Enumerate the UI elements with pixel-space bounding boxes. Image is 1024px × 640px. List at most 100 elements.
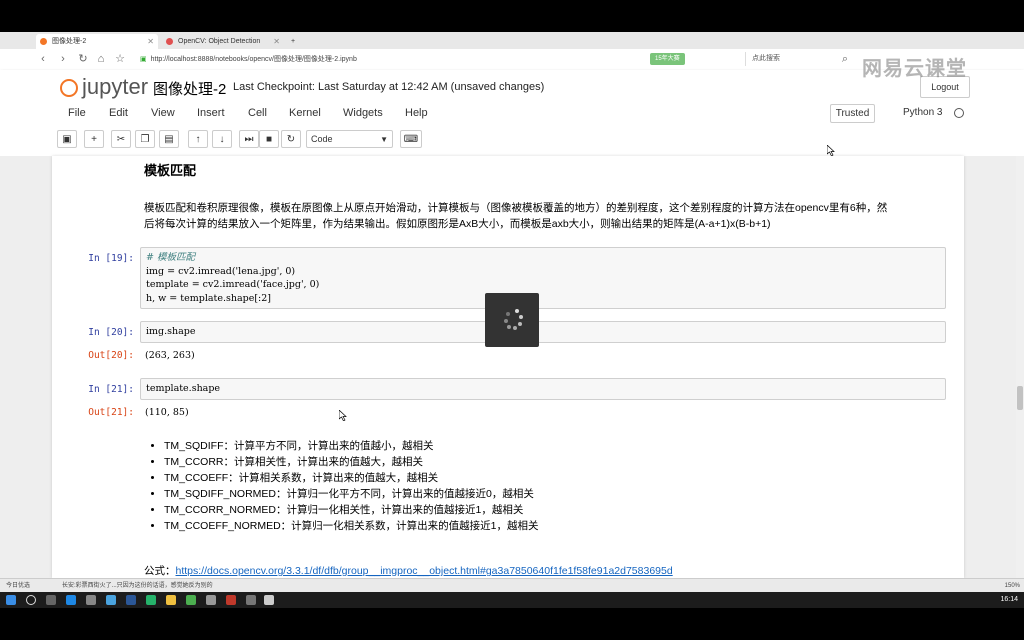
code-line: h, w = template.shape[:2] (146, 292, 271, 304)
menu-file[interactable]: File (68, 102, 86, 124)
list-item: TM_CCORR：计算相关性，计算出来的值越大，越相关 (164, 454, 539, 470)
mouse-cursor-icon (827, 145, 835, 156)
reload-icon[interactable]: ↻ (76, 52, 90, 66)
spinner-dot (506, 312, 510, 316)
zoom-level[interactable]: 150% (1005, 579, 1020, 593)
code-cell[interactable]: # 模板匹配 img = cv2.imread('lena.jpg', 0) t… (140, 247, 946, 309)
app-icon[interactable] (106, 595, 116, 605)
browser-taskbar-icon[interactable] (146, 595, 156, 605)
menu-kernel[interactable]: Kernel (289, 102, 321, 124)
restart-icon[interactable]: ↻ (281, 130, 301, 148)
status-left[interactable]: 今日优选 (6, 579, 30, 593)
menu-help[interactable]: Help (405, 102, 428, 124)
output-prompt: Out[20]: (88, 350, 134, 361)
keyboard-icon[interactable]: ⌨ (400, 130, 422, 148)
app-icon[interactable] (264, 595, 274, 605)
spinner-dot (513, 326, 517, 330)
menu-widgets[interactable]: Widgets (343, 102, 383, 124)
close-tab-icon[interactable]: ✕ (147, 34, 154, 49)
code-line: template.shape (146, 383, 221, 394)
status-news[interactable]: 长安:彩票西街火了...只因为这份的话语，感觉她反为别的 (62, 579, 213, 593)
clock[interactable]: 16:14 (1000, 594, 1018, 606)
page-scrollbar[interactable] (1016, 156, 1024, 578)
save-icon[interactable]: ▣ (57, 130, 77, 148)
forward-icon[interactable]: › (56, 52, 70, 66)
spinner-dot (515, 309, 519, 313)
intro-line-1: 模板匹配和卷积原理很像，模板在原图像上从原点开始滑动，计算模板与（图像被模板覆盖… (144, 202, 888, 214)
app-icon[interactable] (226, 595, 236, 605)
chevron-down-icon: ▼ (380, 135, 388, 144)
app-icon[interactable] (86, 595, 96, 605)
home-icon[interactable]: ⌂ (94, 52, 108, 66)
code-line: img.shape (146, 326, 196, 337)
url-text: http://localhost:8888/notebooks/opencv/图… (150, 56, 357, 63)
jupyter-favicon-icon (40, 38, 47, 45)
cell-prompt: In [21]: (88, 384, 134, 395)
search-input[interactable]: 点此搜索 (745, 52, 850, 66)
start-icon[interactable] (6, 595, 16, 605)
menu-cell[interactable]: Cell (248, 102, 267, 124)
cut-icon[interactable]: ✂ (111, 130, 131, 148)
close-tab-icon[interactable]: ✕ (273, 34, 280, 49)
secure-icon: ▣ (140, 56, 147, 63)
copy-icon[interactable]: ❐ (135, 130, 155, 148)
trusted-indicator[interactable]: Trusted (830, 104, 875, 123)
spinner-dot (507, 325, 511, 329)
jupyter-header: jupyter 图像处理-2 Last Checkpoint: Last Sat… (0, 70, 1024, 157)
cell-prompt: In [19]: (88, 253, 134, 264)
scrollbar-thumb[interactable] (1017, 386, 1023, 410)
task-view-icon[interactable] (46, 595, 56, 605)
move-up-icon[interactable]: ↑ (188, 130, 208, 148)
folder-icon[interactable] (166, 595, 176, 605)
kernel-name: Python 3 (903, 107, 943, 118)
os-taskbar: 16:14 (0, 592, 1024, 608)
menu-insert[interactable]: Insert (197, 102, 225, 124)
back-icon[interactable]: ‹ (36, 52, 50, 66)
code-cell[interactable]: template.shape (140, 378, 946, 400)
tab-label: OpenCV: Object Detection (178, 38, 261, 45)
code-line: # 模板匹配 (146, 252, 195, 263)
notebook-title[interactable]: 图像处理-2 (153, 78, 226, 99)
bookmark-star-icon[interactable]: ☆ (113, 52, 127, 66)
mouse-cursor-icon (339, 410, 347, 421)
formula-label: 公式： (144, 565, 176, 577)
app-icon[interactable] (126, 595, 136, 605)
tab-opencv[interactable]: OpenCV: Object Detection ✕ (162, 34, 284, 49)
code-cell[interactable]: img.shape (140, 321, 946, 343)
code-line: img = cv2.imread('lena.jpg', 0) (146, 265, 296, 277)
jupyter-orb-icon (60, 79, 78, 98)
formula-link[interactable]: https://docs.opencv.org/3.3.1/df/dfb/gro… (176, 565, 673, 577)
jupyter-logo-text: jupyter (82, 74, 149, 99)
promo-badge[interactable]: 15年大赛 (650, 53, 685, 65)
stop-icon[interactable]: ■ (259, 130, 279, 148)
list-item: TM_CCOEFF：计算相关系数，计算出来的值越大，越相关 (164, 470, 539, 486)
cell-type-select[interactable]: Code ▼ (306, 130, 393, 148)
jupyter-logo[interactable]: jupyter (60, 74, 148, 100)
tab-notebook[interactable]: 图像处理-2 ✕ (36, 34, 158, 49)
new-tab-button[interactable]: + (288, 34, 302, 49)
move-down-icon[interactable]: ↓ (212, 130, 232, 148)
cell-output: (110, 85) (145, 407, 189, 418)
paste-icon[interactable]: ▤ (159, 130, 179, 148)
list-item: TM_CCORR_NORMED：计算归一化相关性，计算出来的值越接近1，越相关 (164, 502, 539, 518)
insert-cell-icon[interactable]: + (84, 130, 104, 148)
cell-type-value: Code (311, 134, 333, 144)
spinner-dot (504, 319, 508, 323)
app-icon[interactable] (246, 595, 256, 605)
search-icon[interactable]: ⌕ (838, 52, 852, 66)
edge-icon[interactable] (66, 595, 76, 605)
menu-edit[interactable]: Edit (109, 102, 128, 124)
opencv-favicon-icon (166, 38, 173, 45)
app-icon[interactable] (206, 595, 216, 605)
app-icon[interactable] (186, 595, 196, 605)
search-taskbar-icon[interactable] (26, 595, 36, 605)
list-item: TM_CCOEFF_NORMED：计算归一化相关系数，计算出来的值越接近1，越相… (164, 518, 539, 534)
kernel-idle-icon (954, 108, 964, 118)
menu-view[interactable]: View (151, 102, 175, 124)
notebook-page: 模板匹配 模板匹配和卷积原理很像，模板在原图像上从原点开始滑动，计算模板与（图像… (52, 156, 964, 578)
watermark: 网易云课堂 (862, 58, 967, 80)
run-icon[interactable]: ⏭ (239, 130, 259, 148)
checkpoint-status: Last Checkpoint: Last Saturday at 12:42 … (233, 81, 545, 93)
formula-line: 公式：https://docs.opencv.org/3.3.1/df/dfb/… (144, 563, 673, 578)
loading-spinner (485, 293, 539, 347)
